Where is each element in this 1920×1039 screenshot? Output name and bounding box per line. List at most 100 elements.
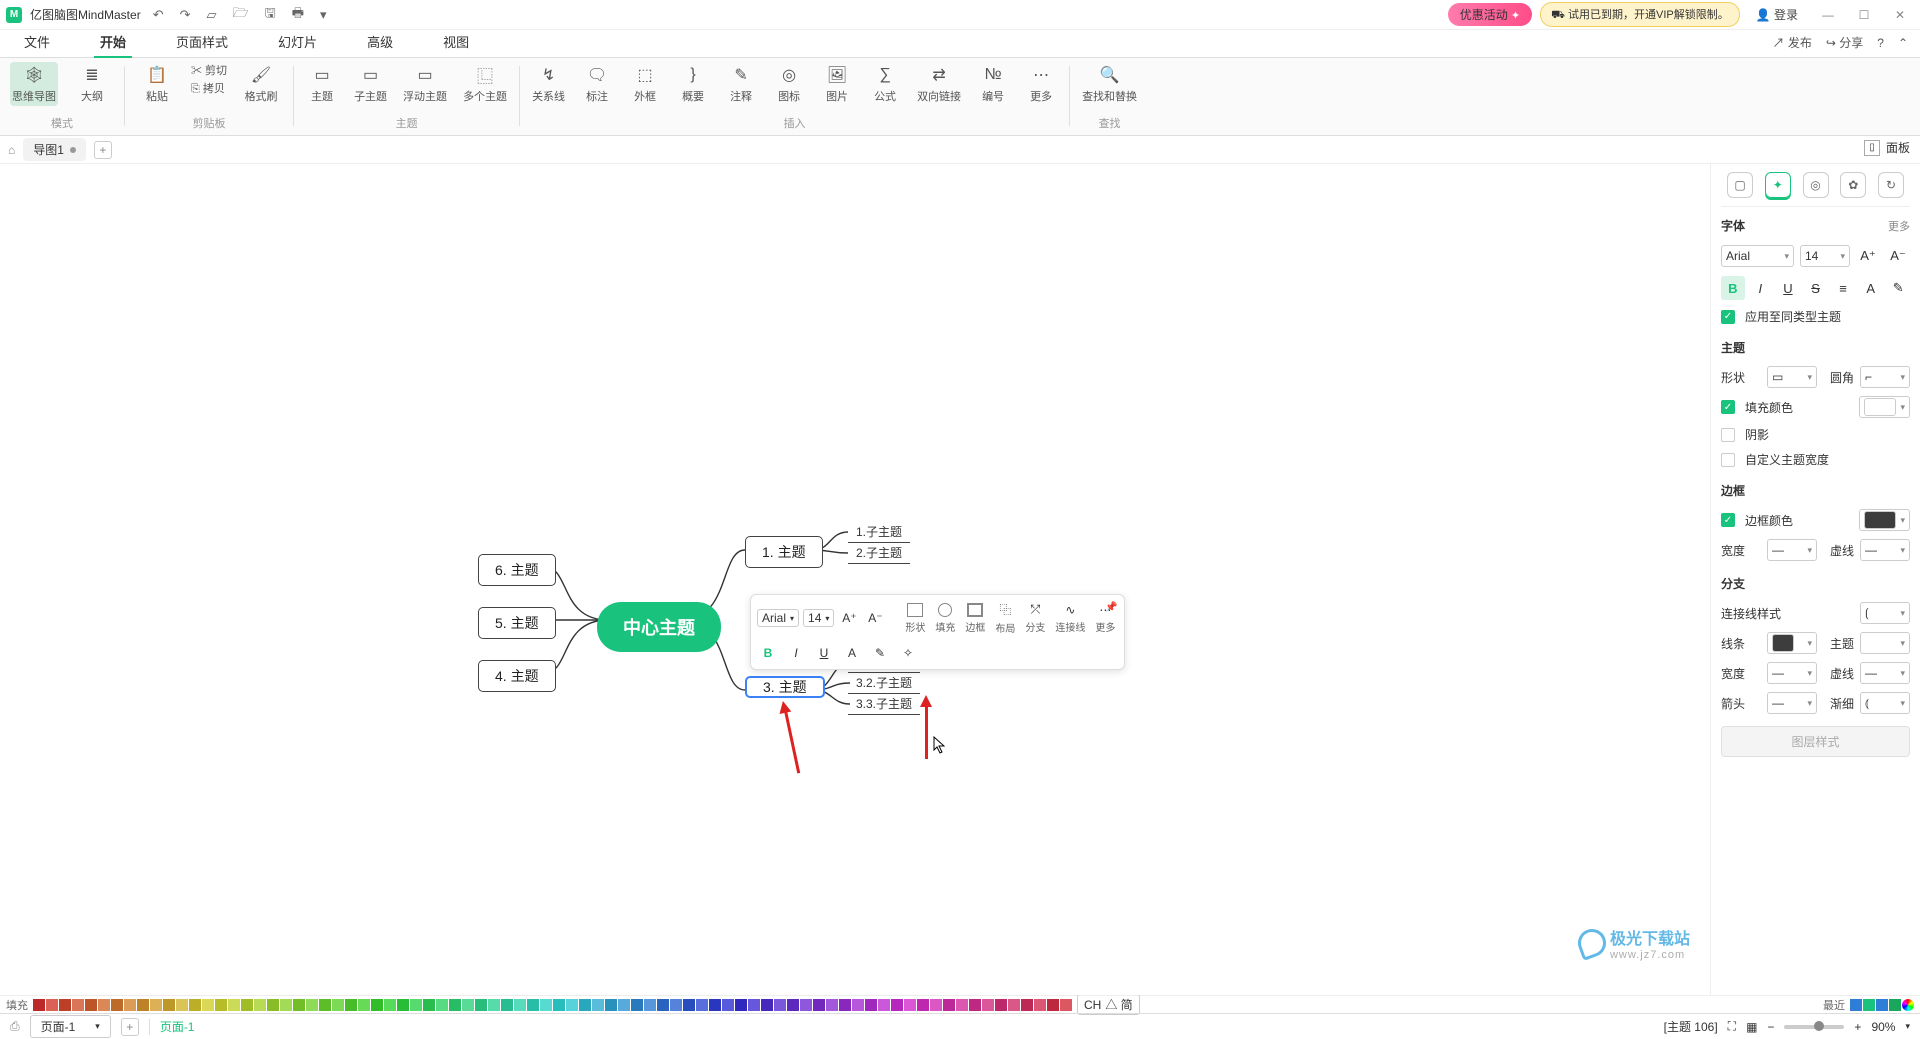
color-swatch[interactable] <box>852 999 864 1011</box>
panel-tab-history[interactable]: ↻ <box>1878 172 1904 198</box>
color-swatch[interactable] <box>774 999 786 1011</box>
ft-underline[interactable]: U <box>813 643 835 663</box>
menu-start[interactable]: 开始 <box>94 28 132 57</box>
panel-tab-style[interactable]: ✦ <box>1765 172 1791 198</box>
ft-size-select[interactable]: 14▾ <box>803 609 834 627</box>
recent-swatch[interactable] <box>1889 999 1901 1011</box>
color-swatch[interactable] <box>423 999 435 1011</box>
color-swatch[interactable] <box>85 999 97 1011</box>
font-dec-button[interactable]: A⁻ <box>1886 244 1910 268</box>
zoom-out-button[interactable]: − <box>1767 1020 1774 1034</box>
taper-select[interactable]: ⦅▾ <box>1860 692 1910 714</box>
ft-color[interactable]: A <box>841 643 863 663</box>
color-swatch[interactable] <box>696 999 708 1011</box>
font-family-select[interactable]: Arial▾ <box>1721 245 1794 267</box>
node-1[interactable]: 1. 主题 <box>745 536 823 568</box>
corner-select[interactable]: ⌐▾ <box>1860 366 1910 388</box>
minimize-button[interactable]: — <box>1814 8 1842 22</box>
color-swatch[interactable] <box>917 999 929 1011</box>
color-swatch[interactable] <box>1008 999 1020 1011</box>
undo-button[interactable]: ↶ <box>149 5 168 25</box>
color-swatch[interactable] <box>553 999 565 1011</box>
branch-theme-select[interactable]: ▾ <box>1860 632 1910 654</box>
color-swatch[interactable] <box>1021 999 1033 1011</box>
trial-banner[interactable]: ⛟ 试用已到期，开通VIP解锁限制。 <box>1540 2 1740 27</box>
shadow-check[interactable] <box>1721 428 1735 442</box>
color-swatch[interactable] <box>475 999 487 1011</box>
promo-badge[interactable]: 优惠活动 ✦ <box>1448 3 1532 26</box>
color-swatch[interactable] <box>865 999 877 1011</box>
color-swatch[interactable] <box>267 999 279 1011</box>
color-swatch[interactable] <box>878 999 890 1011</box>
color-swatch[interactable] <box>163 999 175 1011</box>
color-swatch[interactable] <box>943 999 955 1011</box>
collapse-ribbon-button[interactable]: ⌃ <box>1898 36 1908 50</box>
color-swatch[interactable] <box>449 999 461 1011</box>
ime-indicator[interactable]: CH△ 简 <box>1077 994 1140 1015</box>
color-swatch[interactable] <box>800 999 812 1011</box>
menu-file[interactable]: 文件 <box>18 28 56 57</box>
color-swatch[interactable] <box>995 999 1007 1011</box>
find-replace-button[interactable]: 🔍查找和替换 <box>1080 62 1139 106</box>
mode-mindmap-button[interactable]: 🕸思维导图 <box>10 62 58 106</box>
color-picker-button[interactable] <box>1902 999 1914 1011</box>
color-swatch[interactable] <box>735 999 747 1011</box>
note-button[interactable]: ✎注释 <box>723 62 759 106</box>
callout-button[interactable]: 🗨标注 <box>579 62 615 106</box>
align-button[interactable]: ≡ <box>1831 276 1855 300</box>
color-swatch[interactable] <box>1047 999 1059 1011</box>
color-swatch[interactable] <box>605 999 617 1011</box>
panel-tab-clipart[interactable]: ✿ <box>1840 172 1866 198</box>
color-swatch[interactable] <box>527 999 539 1011</box>
icon-button[interactable]: ◎图标 <box>771 62 807 106</box>
help-button[interactable]: ? <box>1877 36 1884 50</box>
canvas[interactable]: 中心主题 6. 主题 5. 主题 4. 主题 1. 主题 3. 主题 1.子主题… <box>0 164 1710 995</box>
color-swatch[interactable] <box>137 999 149 1011</box>
color-swatch[interactable] <box>254 999 266 1011</box>
color-swatch[interactable] <box>202 999 214 1011</box>
font-size-select[interactable]: 14▾ <box>1800 245 1850 267</box>
ft-branch[interactable]: ⤱分支 <box>1022 602 1048 634</box>
color-swatch[interactable] <box>592 999 604 1011</box>
color-swatch[interactable] <box>748 999 760 1011</box>
font-inc-button[interactable]: A⁺ <box>1856 244 1880 268</box>
color-swatch[interactable] <box>670 999 682 1011</box>
add-tab-button[interactable]: + <box>94 141 112 159</box>
relation-button[interactable]: ↯关系线 <box>530 62 567 106</box>
ft-hilite[interactable]: ✎ <box>869 643 891 663</box>
ft-font-dec[interactable]: A⁻ <box>864 608 886 628</box>
color-swatch[interactable] <box>150 999 162 1011</box>
subnode-1-1[interactable]: 1.子主题 <box>848 521 910 543</box>
panel-tab-marker[interactable]: ◎ <box>1803 172 1829 198</box>
branch-width-select[interactable]: —▾ <box>1767 662 1817 684</box>
ft-clear[interactable]: ✧ <box>897 643 919 663</box>
subnode-1-2[interactable]: 2.子主题 <box>848 542 910 564</box>
panel-tab-page[interactable]: ▢ <box>1727 172 1753 198</box>
subnode-3-3[interactable]: 3.3.子主题 <box>848 693 920 715</box>
page-select[interactable]: 页面-1▾ <box>30 1015 111 1038</box>
font-more[interactable]: 更多 <box>1888 218 1910 234</box>
color-swatch[interactable] <box>631 999 643 1011</box>
menu-slides[interactable]: 幻灯片 <box>272 28 323 57</box>
line-color-select[interactable]: ▾ <box>1767 632 1817 654</box>
color-swatch[interactable] <box>111 999 123 1011</box>
color-swatch[interactable] <box>501 999 513 1011</box>
color-swatch[interactable] <box>332 999 344 1011</box>
format-painter-button[interactable]: 🖌格式刷 <box>239 62 283 106</box>
color-swatch[interactable] <box>1034 999 1046 1011</box>
bidir-link-button[interactable]: ⇄双向链接 <box>915 62 963 106</box>
arrow-select[interactable]: —▾ <box>1767 692 1817 714</box>
zoom-dropdown[interactable]: ▾ <box>1905 1021 1910 1032</box>
panel-toggle[interactable]: 面板 <box>1886 139 1910 156</box>
page-tab[interactable]: 页面-1 <box>160 1018 195 1035</box>
menu-view[interactable]: 视图 <box>437 28 475 57</box>
ft-fill[interactable]: 填充 <box>932 603 958 634</box>
color-swatch[interactable] <box>319 999 331 1011</box>
recent-swatch[interactable] <box>1863 999 1875 1011</box>
ft-bold[interactable]: B <box>757 643 779 663</box>
color-swatch[interactable] <box>228 999 240 1011</box>
color-swatch[interactable] <box>98 999 110 1011</box>
color-swatch[interactable] <box>72 999 84 1011</box>
login-button[interactable]: 👤 登录 <box>1748 6 1806 23</box>
color-swatch[interactable] <box>839 999 851 1011</box>
